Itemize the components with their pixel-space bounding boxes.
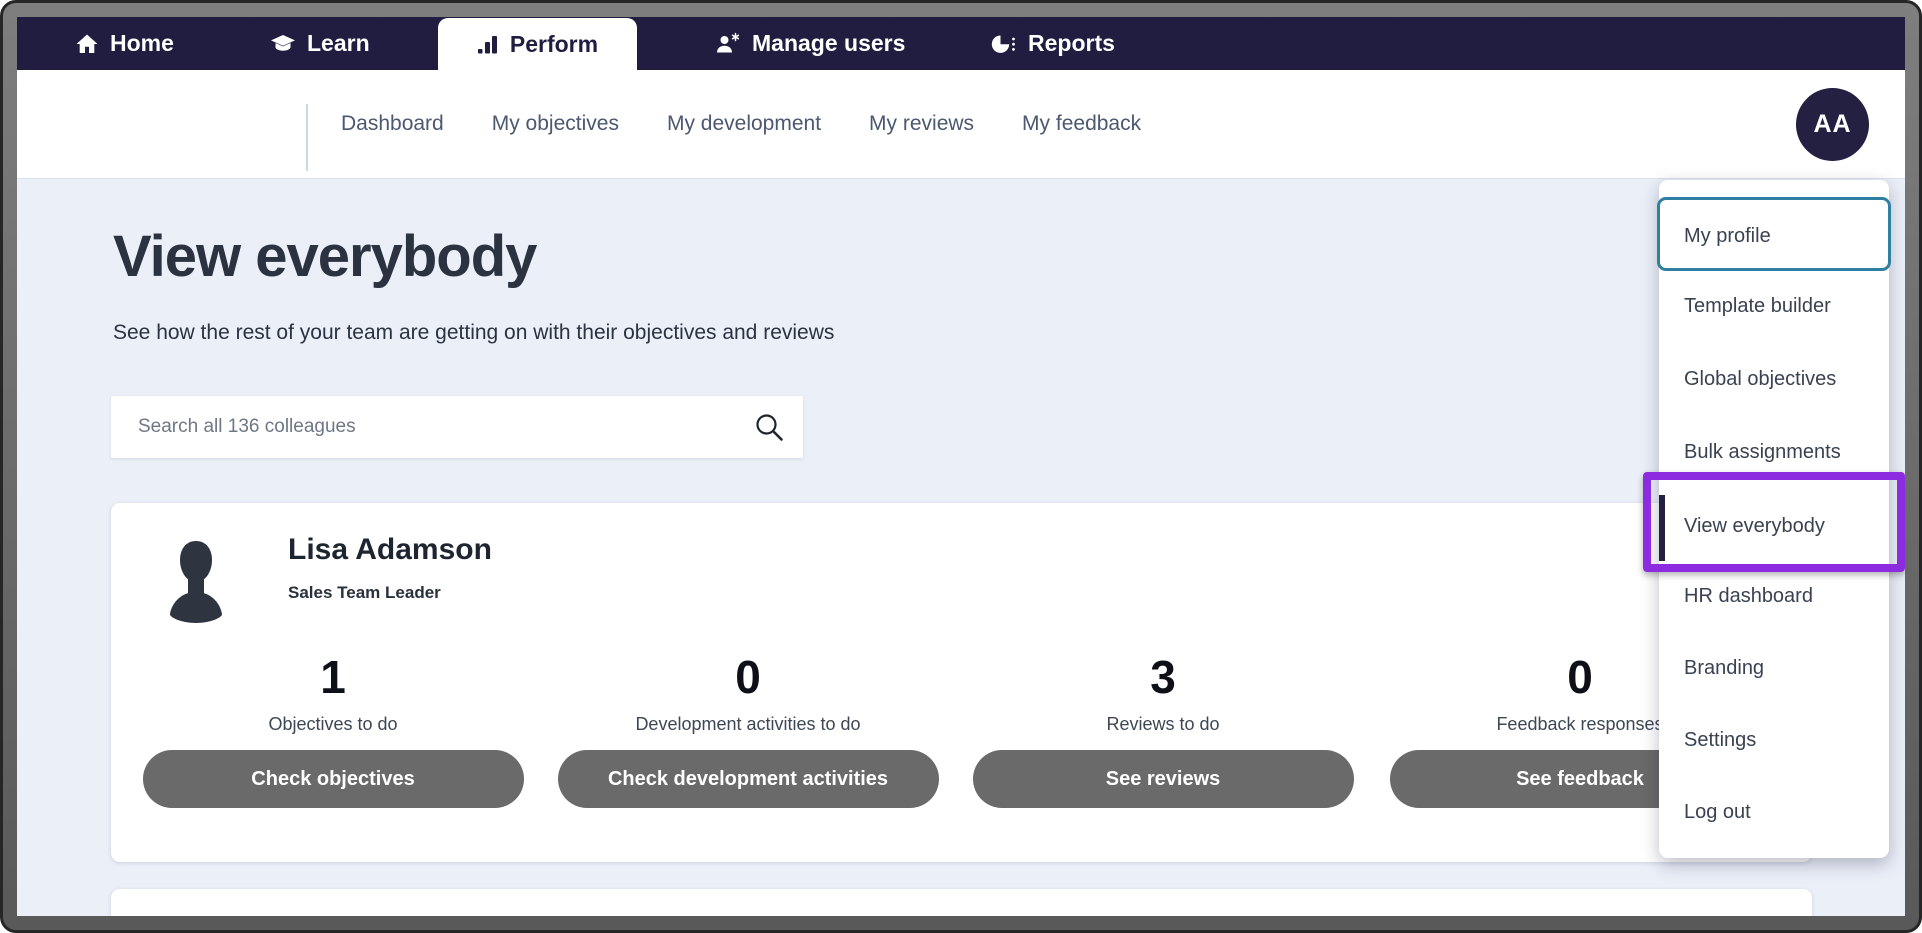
search-icon[interactable] (753, 411, 785, 443)
stat-objectives: 1 Objectives to do Check objectives (121, 653, 545, 808)
menu-item-hr-dashboard[interactable]: HR dashboard (1659, 560, 1889, 632)
menu-item-global-objectives[interactable]: Global objectives (1659, 343, 1889, 415)
stat-value: 0 (536, 653, 960, 701)
manage-users-icon (715, 32, 741, 56)
tab-label: Manage users (752, 30, 905, 57)
check-development-activities-button[interactable]: Check development activities (558, 750, 939, 808)
employee-role: Sales Team Leader (288, 583, 441, 603)
pie-chart-icon (990, 32, 1017, 56)
subnav-item-my-development[interactable]: My development (667, 112, 821, 136)
check-objectives-button[interactable]: Check objectives (143, 750, 524, 808)
bar-chart-icon (477, 33, 499, 55)
search-box (111, 396, 803, 458)
sub-nav: Dashboard My objectives My development M… (341, 70, 1141, 178)
stat-value: 1 (121, 653, 545, 701)
tab-home[interactable]: Home (75, 17, 174, 70)
page-title: View everybody (113, 223, 536, 290)
tab-learn[interactable]: Learn (270, 17, 370, 70)
menu-item-branding[interactable]: Branding (1659, 632, 1889, 704)
tab-label: Reports (1028, 30, 1115, 57)
subnav-divider (306, 104, 308, 171)
stat-value: 3 (951, 653, 1375, 701)
header: Dashboard My objectives My development M… (17, 70, 1905, 178)
stat-reviews: 3 Reviews to do See reviews (951, 653, 1375, 808)
stat-label: Objectives to do (121, 714, 545, 735)
tab-reports[interactable]: Reports (990, 17, 1115, 70)
employee-card: Lisa Adamson Sales Team Leader 1 Objecti… (111, 503, 1812, 862)
subnav-item-my-objectives[interactable]: My objectives (492, 112, 619, 136)
menu-item-template-builder[interactable]: Template builder (1659, 270, 1889, 342)
menu-item-settings[interactable]: Settings (1659, 704, 1889, 776)
stat-label: Development activities to do (536, 714, 960, 735)
app-window: Home Learn Perform Manage users Reports (17, 17, 1905, 916)
window-frame: Home Learn Perform Manage users Reports (0, 0, 1922, 933)
top-nav: Home Learn Perform Manage users Reports (17, 17, 1905, 70)
employee-name: Lisa Adamson (288, 533, 492, 567)
avatar[interactable]: AA (1796, 88, 1869, 161)
subnav-item-my-reviews[interactable]: My reviews (869, 112, 974, 136)
person-silhouette-icon (168, 537, 224, 635)
subnav-item-dashboard[interactable]: Dashboard (341, 112, 444, 136)
avatar-initials: AA (1813, 110, 1851, 139)
page-subtitle: See how the rest of your team are gettin… (113, 321, 834, 345)
menu-item-bulk-assignments[interactable]: Bulk assignments (1659, 416, 1889, 488)
stat-label: Reviews to do (951, 714, 1375, 735)
tab-manage-users[interactable]: Manage users (715, 17, 905, 70)
see-reviews-button[interactable]: See reviews (973, 750, 1354, 808)
profile-dropdown-menu: My profile Template builder Global objec… (1659, 180, 1889, 858)
home-icon (75, 32, 99, 56)
menu-item-my-profile[interactable]: My profile (1659, 200, 1889, 272)
menu-item-log-out[interactable]: Log out (1659, 776, 1889, 848)
tab-perform[interactable]: Perform (438, 18, 637, 70)
tab-label: Learn (307, 30, 370, 57)
active-item-indicator (1659, 495, 1665, 561)
menu-item-view-everybody[interactable]: View everybody (1659, 490, 1889, 562)
tab-label: Perform (510, 31, 598, 58)
search-input[interactable] (111, 396, 803, 458)
tab-label: Home (110, 30, 174, 57)
next-employee-card (111, 889, 1812, 916)
graduation-cap-icon (270, 32, 296, 56)
subnav-item-my-feedback[interactable]: My feedback (1022, 112, 1141, 136)
stat-development: 0 Development activities to do Check dev… (536, 653, 960, 808)
